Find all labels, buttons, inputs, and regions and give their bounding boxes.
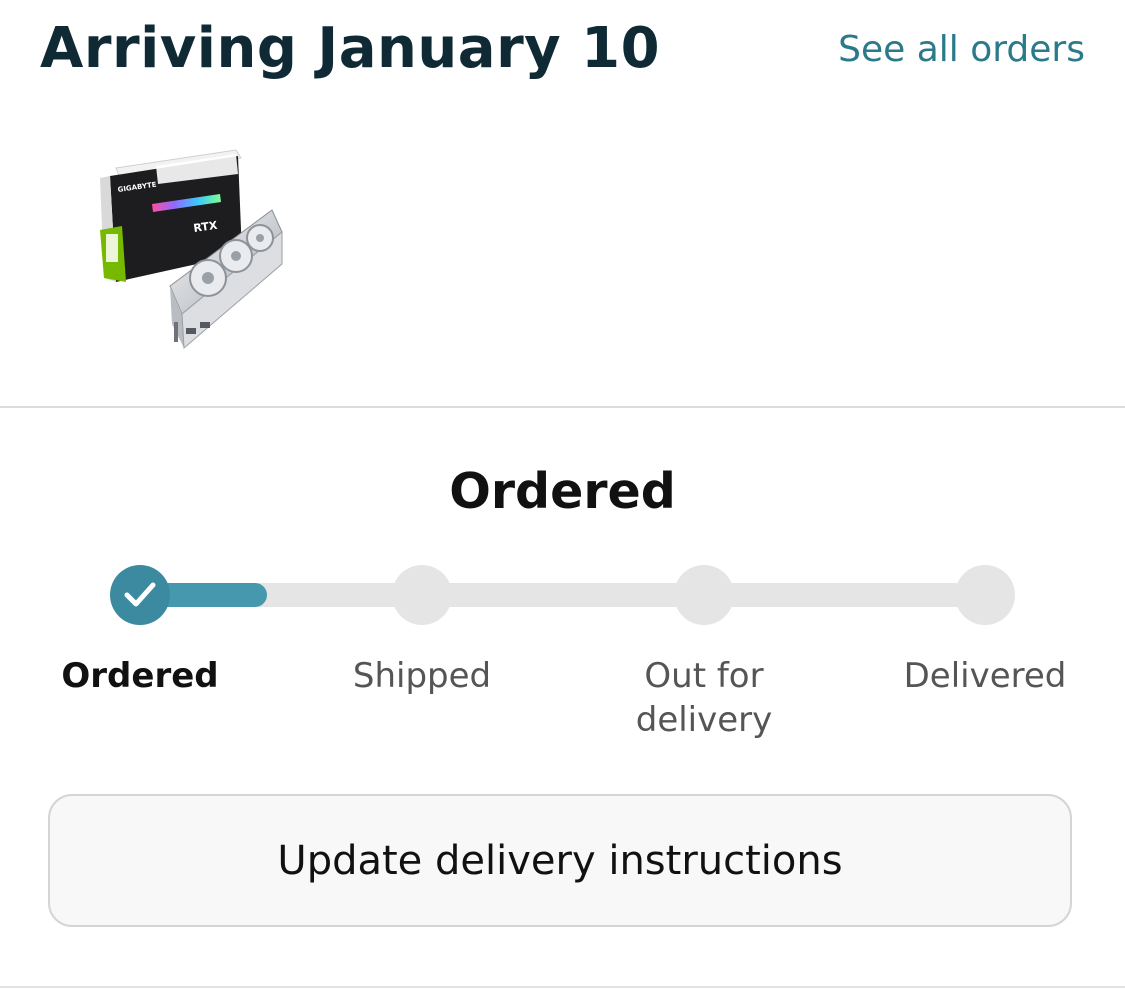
product-image[interactable]: GIGABYTE RTX [96,146,286,358]
step-out-for-delivery-dot [674,565,734,625]
checkmark-icon [124,582,156,607]
progress-tracker [0,560,1125,632]
bottom-divider [0,986,1125,988]
step-delivered-dot [955,565,1015,625]
status-heading: Ordered [449,463,676,520]
order-header: Arriving January 10 See all orders [40,14,1085,94]
step-out-for-delivery-label: Out for delivery [635,656,773,740]
step-shipped-label: Shipped [352,656,492,696]
step-shipped-dot [392,565,452,625]
arrival-title: Arriving January 10 [40,16,661,81]
update-delivery-instructions-button[interactable]: Update delivery instructions [48,794,1072,927]
see-all-orders-link[interactable]: See all orders [838,28,1085,72]
step-delivered-label: Delivered [903,656,1067,696]
product-box-icon: GIGABYTE RTX [100,149,283,350]
step-ordered-dot [110,565,170,625]
section-divider [0,406,1125,408]
step-ordered-label: Ordered [61,656,219,696]
